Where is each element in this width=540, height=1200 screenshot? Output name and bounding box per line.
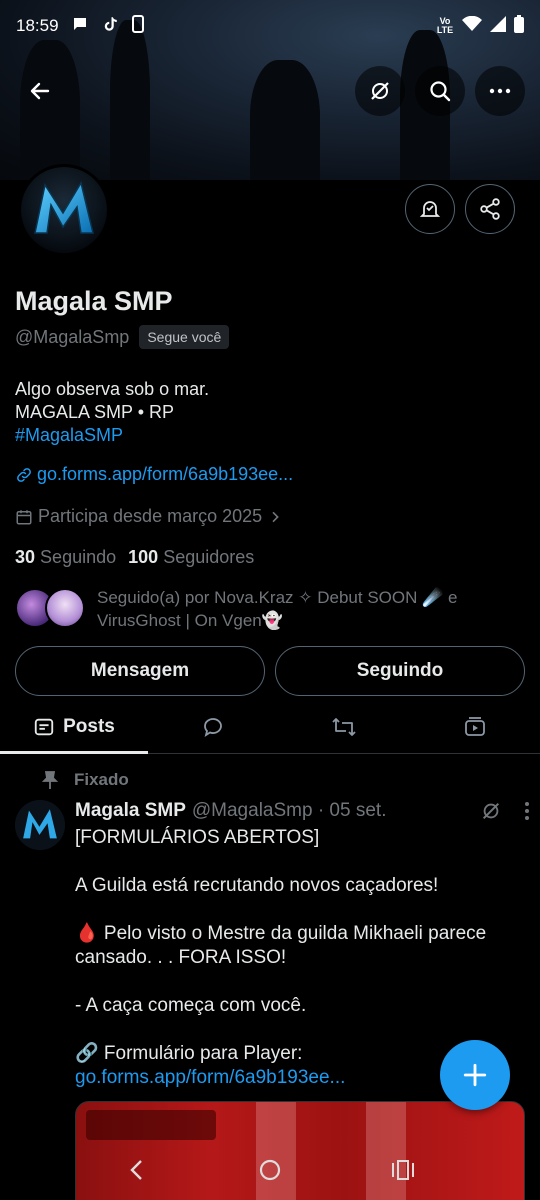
follows-you-badge: Segue você bbox=[139, 325, 230, 349]
profile-website-link[interactable]: go.forms.app/form/6a9b193ee... bbox=[15, 464, 293, 485]
tiktok-notification-icon bbox=[101, 15, 119, 38]
system-back-button[interactable] bbox=[117, 1150, 157, 1190]
bell-check-icon bbox=[419, 201, 441, 217]
followers-label: Seguidores bbox=[163, 547, 255, 567]
bio-hashtag[interactable]: #MagalaSMP bbox=[15, 424, 209, 447]
notifications-button[interactable] bbox=[405, 184, 455, 234]
chevron-right-icon bbox=[272, 511, 279, 522]
posts-icon bbox=[34, 718, 54, 735]
battery-icon bbox=[514, 14, 524, 38]
post-line bbox=[75, 970, 525, 994]
post-line bbox=[75, 1018, 525, 1042]
followers-count: 100 bbox=[128, 547, 159, 567]
plus-icon bbox=[463, 1063, 487, 1087]
profile-name: Magala SMP bbox=[15, 286, 173, 316]
following-count: 30 bbox=[15, 547, 36, 567]
back-button[interactable] bbox=[15, 66, 65, 116]
grok-icon[interactable] bbox=[480, 800, 502, 822]
system-navigation-bar bbox=[0, 1140, 540, 1200]
chevron-left-icon bbox=[129, 1160, 142, 1180]
wifi-icon bbox=[462, 15, 482, 37]
mutual-avatars bbox=[15, 586, 87, 630]
system-home-button[interactable] bbox=[250, 1150, 290, 1190]
joined-date-text: Participa desde março 2025 bbox=[38, 506, 263, 526]
handle-row: @MagalaSmp Segue você bbox=[15, 325, 230, 349]
more-vertical-icon[interactable] bbox=[524, 801, 530, 821]
search-icon bbox=[430, 81, 451, 102]
post-line: A Guilda está recrutando novos caçadores… bbox=[75, 875, 439, 896]
tab-media[interactable] bbox=[409, 700, 540, 753]
tab-posts[interactable]: Posts bbox=[0, 700, 148, 754]
share-button[interactable] bbox=[465, 184, 515, 234]
profile-handle: @MagalaSmp bbox=[15, 326, 130, 347]
pin-icon bbox=[42, 771, 58, 789]
post-header: Magala SMP @MagalaSmp · 05 set. bbox=[75, 800, 530, 822]
bio-line: Algo observa sob o mar. bbox=[15, 379, 210, 399]
chat-notification-icon bbox=[71, 15, 89, 38]
media-icon bbox=[464, 716, 485, 736]
grok-button[interactable] bbox=[355, 66, 405, 116]
tab-posts-label: Posts bbox=[63, 715, 115, 737]
followers-count-link[interactable]: 100 Seguidores bbox=[128, 547, 254, 568]
more-horizontal-icon bbox=[489, 88, 511, 94]
pinned-indicator: Fixado bbox=[42, 770, 129, 790]
post-meta: @MagalaSmp · 05 set. bbox=[191, 800, 387, 821]
bio-line: MAGALA SMP • RP bbox=[15, 402, 175, 422]
status-bar: 18:59 Vo LTE bbox=[0, 0, 540, 52]
home-circle-icon bbox=[259, 1159, 281, 1181]
post-author-name[interactable]: Magala SMP bbox=[75, 800, 186, 822]
following-button[interactable]: Seguindo bbox=[275, 646, 525, 696]
grok-icon bbox=[371, 82, 389, 100]
search-button[interactable] bbox=[415, 66, 465, 116]
more-options-button[interactable] bbox=[475, 66, 525, 116]
replies-icon bbox=[204, 717, 223, 737]
tab-replies[interactable] bbox=[148, 700, 279, 753]
following-count-link[interactable]: 30 Seguindo bbox=[15, 547, 116, 568]
following-label: Seguindo bbox=[40, 547, 117, 567]
profile-avatar[interactable] bbox=[18, 164, 110, 256]
follow-counts: 30 Seguindo 100 Seguidores bbox=[15, 547, 254, 568]
post-line: [FORMULÁRIOS ABERTOS] bbox=[75, 827, 320, 848]
message-button[interactable]: Mensagem bbox=[15, 646, 265, 696]
compose-post-button[interactable] bbox=[440, 1040, 510, 1110]
recents-icon bbox=[392, 1160, 415, 1180]
followed-by-text: Seguido(a) por Nova.Kraz ✧ Debut SOON ☄️… bbox=[97, 588, 458, 630]
link-icon bbox=[17, 467, 31, 482]
signal-icon bbox=[490, 15, 506, 37]
avatar bbox=[45, 588, 85, 628]
arrow-left-icon bbox=[30, 82, 50, 100]
followed-by-row[interactable]: Seguido(a) por Nova.Kraz ✧ Debut SOON ☄️… bbox=[15, 586, 497, 632]
website-link-text[interactable]: go.forms.app/form/6a9b193ee... bbox=[37, 464, 293, 485]
joined-date-row[interactable]: Participa desde março 2025 bbox=[15, 506, 283, 527]
profile-tabs: Posts bbox=[0, 700, 540, 754]
post-line: - A caça começa com você. bbox=[75, 995, 307, 1016]
post-line bbox=[75, 898, 525, 922]
calendar-icon bbox=[16, 509, 32, 524]
magala-logo-icon bbox=[21, 167, 107, 253]
profile-bio: Algo observa sob o mar. MAGALA SMP • RP … bbox=[15, 378, 209, 447]
magala-logo-icon bbox=[15, 800, 65, 850]
system-recents-button[interactable] bbox=[383, 1150, 423, 1190]
tab-reposts[interactable] bbox=[279, 700, 410, 753]
retweet-icon bbox=[332, 717, 356, 736]
post-line: 🩸 Pelo visto o Mestre da guilda Mikhaeli… bbox=[75, 923, 487, 968]
volte-icon: Vo LTE bbox=[436, 16, 454, 35]
post-line bbox=[75, 850, 525, 874]
pinned-label: Fixado bbox=[74, 770, 129, 789]
post-author-avatar[interactable] bbox=[15, 800, 65, 850]
status-time: 18:59 bbox=[16, 16, 59, 35]
phone-notification-icon bbox=[131, 14, 145, 38]
share-icon bbox=[480, 198, 500, 220]
